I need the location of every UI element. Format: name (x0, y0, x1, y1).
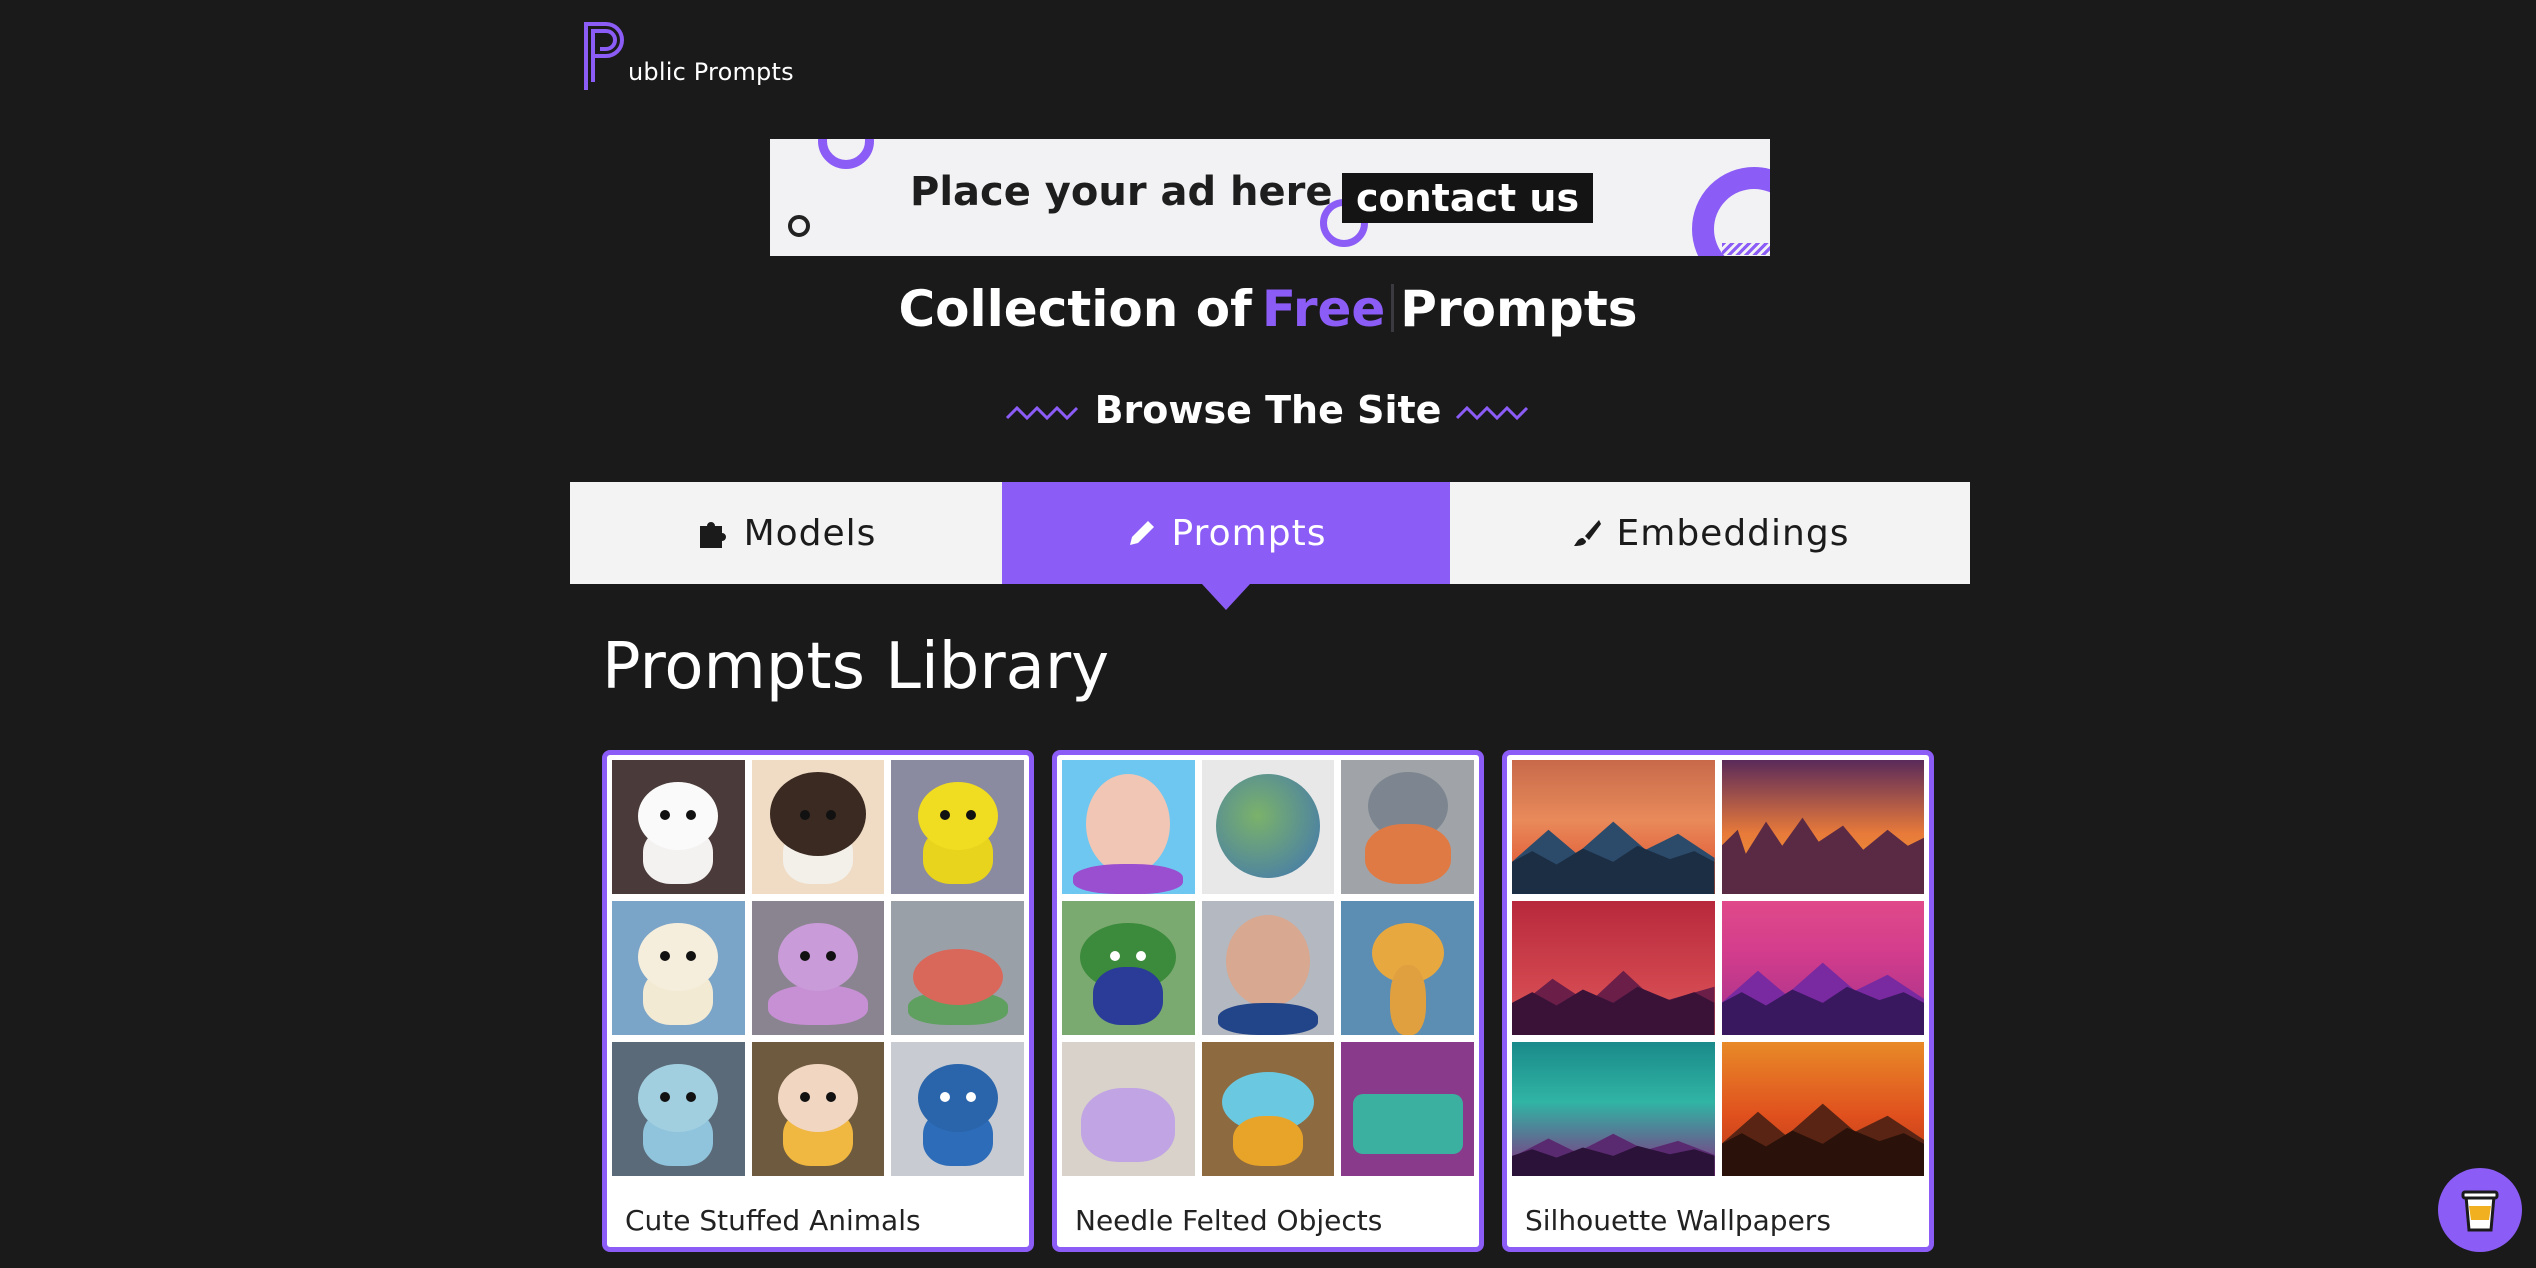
thumbnail-image (891, 1042, 1024, 1176)
prompt-card[interactable]: Silhouette Wallpapers (1502, 750, 1934, 1252)
thumbnail-image (1721, 760, 1924, 894)
tab-label: Models (743, 512, 877, 554)
brush-icon (1571, 517, 1603, 549)
thumbnail-image (1721, 1042, 1924, 1176)
browse-tabs: Models Prompts Embeddings (570, 482, 1970, 610)
page-headline: Collection of Free Prompts (0, 280, 2536, 338)
thumbnail-image (1201, 901, 1335, 1035)
squiggle-icon (1005, 405, 1078, 420)
browse-title: Browse The Site (1094, 388, 1442, 432)
thumbnail-image (1062, 901, 1195, 1035)
browse-heading: Browse The Site (0, 388, 2536, 432)
prompt-card[interactable]: Cute Stuffed Animals (602, 750, 1034, 1252)
decorative-circle (818, 139, 874, 169)
logo-text: ublic Prompts (628, 58, 794, 86)
tab-prompts[interactable]: Prompts (1002, 482, 1450, 610)
card-label: Silhouette Wallpapers (1525, 1204, 1831, 1237)
thumbnail-image (612, 901, 745, 1035)
thumbnail-image (751, 901, 885, 1035)
thumbnail-image (1341, 760, 1474, 894)
prompt-card[interactable]: Needle Felted Objects (1052, 750, 1484, 1252)
ad-text: Place your ad here (910, 169, 1333, 215)
thumbnail-image (1201, 1042, 1335, 1176)
buy-coffee-button[interactable] (2438, 1168, 2522, 1252)
thumbnail-image (1341, 1042, 1474, 1176)
thumbnail-image (891, 760, 1024, 894)
thumbnail-image (612, 760, 745, 894)
headline-suffix: Prompts (1400, 280, 1638, 338)
puzzle-icon (696, 516, 730, 550)
decorative-hatch (1722, 243, 1770, 255)
thumbnail-image (1512, 901, 1715, 1035)
coffee-cup-icon (2461, 1190, 2499, 1232)
logo-p-icon (584, 22, 624, 90)
typing-caret (1391, 284, 1395, 332)
thumbnail-image (751, 1042, 885, 1176)
site-logo[interactable]: ublic Prompts (580, 18, 794, 92)
card-label: Cute Stuffed Animals (625, 1204, 921, 1237)
thumbnail-image (1341, 901, 1474, 1035)
headline-accent: Free (1261, 280, 1386, 338)
tab-embeddings[interactable]: Embeddings (1450, 482, 1970, 584)
library-title: Prompts Library (602, 630, 1110, 704)
thumbnail-image (612, 1042, 745, 1176)
thumbnail-image (1721, 901, 1924, 1035)
thumbnail-image (891, 901, 1024, 1035)
thumbnail-image (1062, 760, 1195, 894)
contact-us-button[interactable]: contact us (1342, 173, 1594, 223)
pencil-icon (1126, 517, 1158, 549)
thumbnail-image (1201, 760, 1335, 894)
card-label: Needle Felted Objects (1075, 1204, 1383, 1237)
tab-label: Embeddings (1616, 512, 1850, 554)
headline-prefix: Collection of (898, 280, 1252, 338)
tab-models[interactable]: Models (570, 482, 1002, 584)
squiggle-icon (1456, 405, 1529, 420)
decorative-circle (788, 215, 810, 237)
thumbnail-image (1512, 760, 1715, 894)
thumbnail-image (751, 760, 885, 894)
thumbnail-image (1512, 1042, 1715, 1176)
ad-banner[interactable]: Place your ad here contact us (770, 139, 1770, 256)
thumbnail-image (1062, 1042, 1195, 1176)
tab-label: Prompts (1171, 512, 1327, 554)
